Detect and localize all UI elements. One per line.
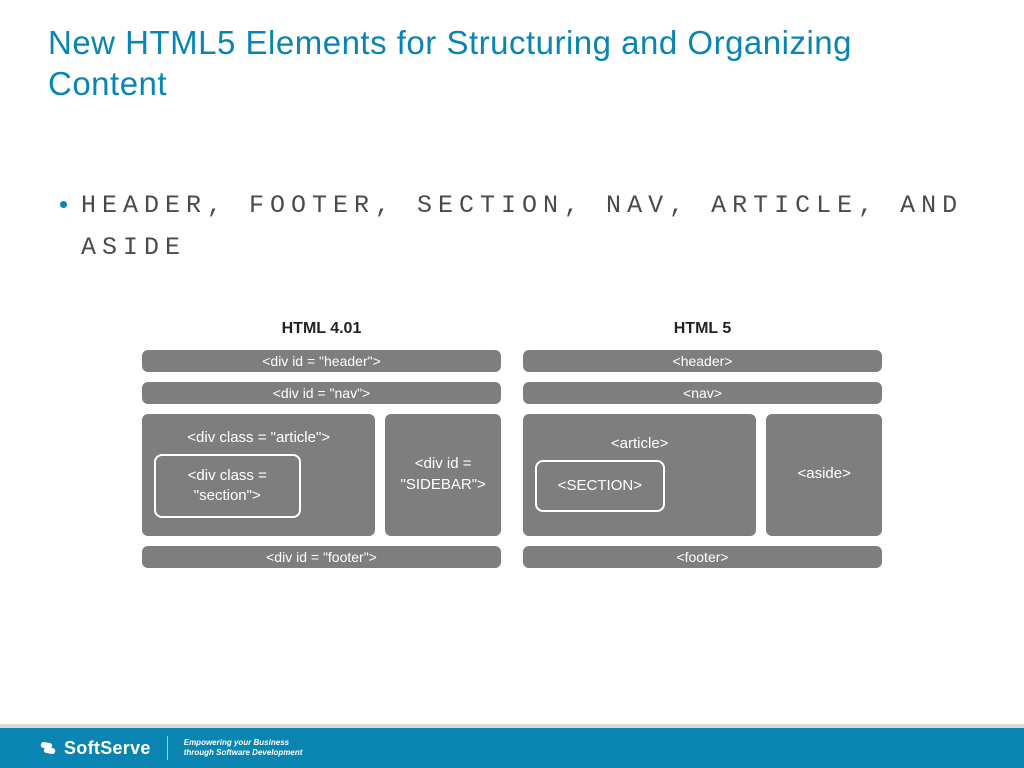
brand-logo: SoftServe [38, 738, 151, 759]
footer-content: SoftServe Empowering your Business throu… [0, 728, 1024, 768]
html5-header-block: <header> [523, 350, 882, 372]
html4-section-block: <div class = "section"> [154, 454, 301, 519]
brand-name: SoftServe [64, 738, 151, 759]
html5-article-block: <article> <SECTION> [523, 414, 756, 536]
html5-column: HTML 5 <header> <nav> <article> <SECTION… [523, 320, 882, 578]
html5-title: HTML 5 [523, 320, 882, 338]
html4-title: HTML 4.01 [142, 320, 501, 338]
comparison-diagram: HTML 4.01 <div id = "header"> <div id = … [142, 320, 882, 578]
slide-footer: SoftServe Empowering your Business throu… [0, 724, 1024, 768]
html5-aside-block: <aside> [766, 414, 882, 536]
html5-section-block: <SECTION> [535, 460, 665, 512]
slide-title: New HTML5 Elements for Structuring and O… [0, 0, 1024, 105]
logo-mark-icon [38, 738, 58, 758]
html4-sidebar-block: <div id = "SIDEBAR"> [385, 414, 501, 536]
bullet-item: HEADER, FOOTER, SECTION, NAV, ARTICLE, A… [60, 185, 964, 270]
html4-column: HTML 4.01 <div id = "header"> <div id = … [142, 320, 501, 578]
tagline-line-1: Empowering your Business [184, 738, 303, 748]
footer-separator [167, 736, 168, 760]
html4-article-block: <div class = "article"> <div class = "se… [142, 414, 375, 536]
html4-footer-block: <div id = "footer"> [142, 546, 501, 568]
brand-tagline: Empowering your Business through Softwar… [184, 738, 303, 758]
bullet-text: HEADER, FOOTER, SECTION, NAV, ARTICLE, A… [81, 185, 964, 270]
tagline-line-2: through Software Development [184, 748, 303, 758]
html4-header-block: <div id = "header"> [142, 350, 501, 372]
html4-nav-block: <div id = "nav"> [142, 382, 501, 404]
html4-article-label: <div class = "article"> [154, 429, 363, 446]
html4-middle-row: <div class = "article"> <div class = "se… [142, 414, 501, 536]
bullet-dot-icon [60, 201, 67, 208]
html5-article-label: <article> [535, 435, 744, 452]
html5-nav-block: <nav> [523, 382, 882, 404]
html5-footer-block: <footer> [523, 546, 882, 568]
bullet-list: HEADER, FOOTER, SECTION, NAV, ARTICLE, A… [0, 105, 1024, 270]
html5-middle-row: <article> <SECTION> <aside> [523, 414, 882, 536]
